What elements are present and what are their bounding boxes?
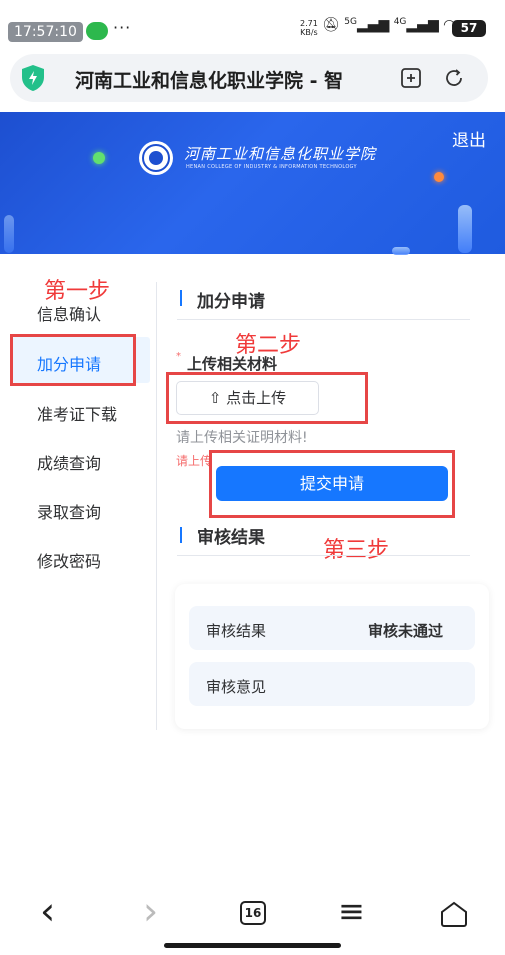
section-divider [177,555,470,556]
page-title[interactable]: 河南工业和信息化职业学院 - 智 [75,66,355,93]
required-mark: * [176,351,181,362]
section-marker [180,527,182,543]
battery-icon: 57 [452,20,486,37]
college-name-en: HENAN COLLEGE OF INDUSTRY & INFORMATION … [186,164,357,170]
signal-5g: 5G [344,17,357,27]
signal-bars-icon: ▂▄▆ [356,17,390,33]
home-indicator[interactable] [164,943,341,948]
upload-error: 请上传 [176,454,213,468]
sidebar-item-change-password[interactable]: 修改密码 [37,548,101,572]
wechat-icon [86,22,108,40]
decor-pillar [458,205,472,253]
network-speed-value: 2.71 [300,19,318,28]
section-title-bonus: 加分申请 [197,292,265,312]
sidebar-item-score-query[interactable]: 成绩查询 [37,450,101,474]
annotation-box-step2 [166,372,368,424]
sidebar-item-admission-ticket[interactable]: 准考证下载 [37,401,117,425]
result-label: 审核结果 [206,622,267,640]
annotation-box-step3 [209,450,455,518]
decor-dot [93,152,105,164]
network-speed-unit: KB/s [300,28,318,37]
result-value: 审核未通过 [368,622,444,640]
sidebar-divider [156,282,157,730]
annotation-step3: 第三步 [323,538,390,563]
tabs-button[interactable]: 16 [240,901,266,925]
back-icon[interactable]: ‹ [40,891,55,931]
time-badge: 17:57:10 [8,22,83,42]
college-logo-icon [139,141,173,175]
section-title-review: 审核结果 [197,528,265,548]
add-tab-icon[interactable] [399,66,423,90]
menu-icon[interactable]: ≡ [338,893,365,929]
annotation-box-step1 [10,334,136,386]
decor-pillar [392,247,410,255]
home-icon[interactable] [439,900,469,928]
opinion-label: 审核意见 [206,678,267,696]
forward-icon[interactable]: › [143,891,158,931]
section-divider [177,319,470,320]
annotation-step2: 第二步 [235,333,302,358]
annotation-step1: 第一步 [44,279,111,304]
upload-hint: 请上传相关证明材料! [176,430,308,446]
section-marker [180,290,182,306]
college-name: 河南工业和信息化职业学院 [184,145,377,163]
decor-pillar [4,215,14,253]
decor-dot [434,172,444,182]
status-icons: 🔕︎ 5G▂▄▆ 4G▂▄▆ ◠ [322,17,455,33]
more-notifications-icon: ··· [113,18,132,37]
shield-icon [22,65,44,91]
refresh-icon[interactable] [442,66,466,90]
mute-icon: 🔕︎ [322,17,340,33]
signal-bars-icon: ▂▄▆ [406,17,439,33]
sidebar-item-admission-query[interactable]: 录取查询 [37,499,101,523]
banner [0,112,505,254]
logout-link[interactable]: 退出 [452,126,486,151]
network-speed: 2.71 KB/s [300,19,318,37]
signal-4g: 4G [393,17,407,27]
